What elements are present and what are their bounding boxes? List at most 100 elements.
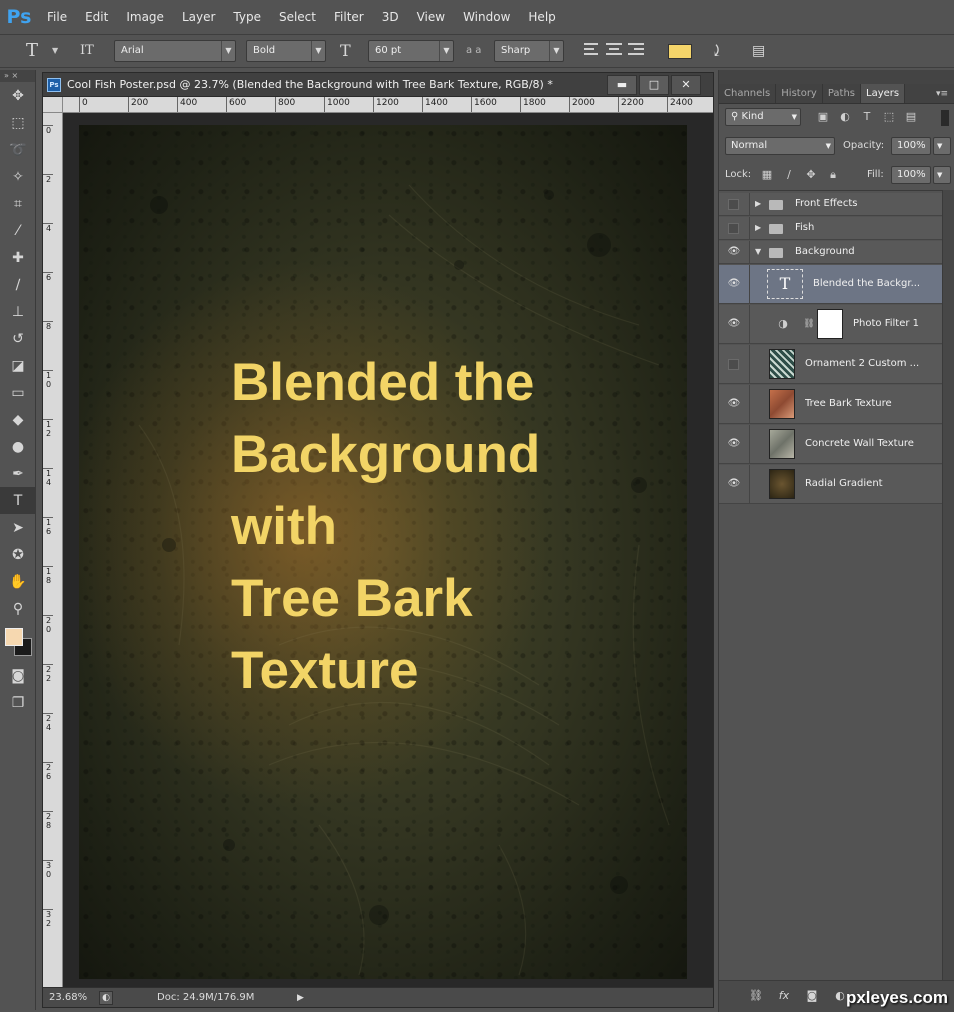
fill-input[interactable]: 100%	[891, 166, 931, 184]
filter-type-icon[interactable]: T	[859, 109, 875, 125]
expand-arrow-icon[interactable]: ▶	[755, 199, 761, 208]
path-selection-tool-icon[interactable]: ➤	[0, 514, 36, 541]
expand-arrow-icon[interactable]: ▶	[755, 223, 761, 232]
layers-scrollbar[interactable]	[942, 190, 954, 980]
panel-collapse-bar[interactable]	[719, 70, 954, 84]
menu-3d[interactable]: 3D	[373, 0, 408, 34]
text-orientation-icon[interactable]: IT	[80, 40, 94, 62]
warp-text-icon[interactable]: ⤸	[710, 40, 723, 62]
layer-row-ornament[interactable]: Ornament 2 Custom ...	[719, 345, 942, 384]
document-title-bar[interactable]: Ps Cool Fish Poster.psd @ 23.7% (Blended…	[43, 73, 713, 97]
eye-icon[interactable]: 👁︎	[725, 438, 743, 454]
brush-tool-icon[interactable]: ∕	[0, 271, 36, 298]
horizontal-ruler[interactable]: 0 200 400 600 800 1000 1200 1400 1600 18…	[63, 97, 713, 113]
eye-icon[interactable]: 👁︎	[725, 478, 743, 494]
visibility-toggle-off[interactable]	[728, 199, 739, 210]
tab-paths[interactable]: Paths	[823, 84, 862, 103]
layer-mask-thumbnail[interactable]	[817, 309, 843, 339]
link-icon[interactable]: ⛓︎	[801, 316, 817, 332]
ruler-corner[interactable]	[43, 97, 63, 113]
clone-stamp-tool-icon[interactable]: ⊥	[0, 298, 36, 325]
status-menu-arrow-icon[interactable]: ▶	[297, 991, 309, 1005]
blend-mode-select[interactable]: Normal ▼	[725, 137, 835, 155]
lock-all-icon[interactable]: 🔒︎	[825, 167, 841, 183]
layer-row-background-group[interactable]: 👁︎ ▼ Background	[719, 241, 942, 264]
close-icon[interactable]: ✕	[671, 75, 701, 95]
marquee-tool-icon[interactable]: ⬚	[0, 109, 36, 136]
layer-row-fish[interactable]: ▶ Fish	[719, 217, 942, 240]
dodge-tool-icon[interactable]: ●	[0, 433, 36, 460]
menu-edit[interactable]: Edit	[76, 0, 117, 34]
pen-tool-icon[interactable]: ✒	[0, 460, 36, 487]
quick-mask-icon[interactable]: ◙	[0, 662, 36, 689]
link-layers-icon[interactable]: ⛓︎	[747, 987, 765, 1005]
layer-row-photo-filter[interactable]: 👁︎ ◑ ⛓︎ Photo Filter 1	[719, 305, 942, 344]
menu-select[interactable]: Select	[270, 0, 325, 34]
tab-history[interactable]: History	[776, 84, 823, 103]
font-family-select[interactable]: Arial ▼	[114, 40, 236, 62]
tab-layers[interactable]: Layers	[861, 84, 906, 103]
panel-menu-icon[interactable]: ▾≡	[936, 84, 954, 103]
filter-toggle[interactable]	[941, 110, 949, 126]
align-left-button[interactable]	[582, 40, 602, 60]
menu-file[interactable]: File	[38, 0, 76, 34]
fill-slider-toggle[interactable]: ▼	[933, 166, 951, 184]
color-swatches[interactable]	[0, 622, 36, 662]
status-info-icon[interactable]: ◐	[99, 991, 113, 1005]
eyedropper-tool-icon[interactable]: ⁄	[0, 217, 36, 244]
font-size-select[interactable]: 60 pt ▼	[368, 40, 454, 62]
menu-image[interactable]: Image	[117, 0, 173, 34]
vertical-ruler[interactable]: 0 2 4 6 8 1 0 1 2 1 4 1 6 1 8 2 0 2 2 2 …	[43, 113, 63, 987]
move-tool-icon[interactable]: ✥	[0, 82, 36, 109]
shape-tool-icon[interactable]: ✪	[0, 541, 36, 568]
menu-type[interactable]: Type	[224, 0, 270, 34]
eye-icon[interactable]: 👁︎	[725, 278, 743, 294]
align-center-button[interactable]	[604, 40, 624, 60]
hand-tool-icon[interactable]: ✋	[0, 568, 36, 595]
healing-brush-tool-icon[interactable]: ✚	[0, 244, 36, 271]
magic-wand-tool-icon[interactable]: ✧	[0, 163, 36, 190]
layer-row-radial-gradient[interactable]: 👁︎ Radial Gradient	[719, 465, 942, 504]
type-tool-preset-icon[interactable]: T	[26, 40, 38, 62]
filter-smart-object-icon[interactable]: ▤	[903, 109, 919, 125]
poster-headline[interactable]: Blended the Background with Tree Bark Te…	[231, 347, 671, 707]
font-style-select[interactable]: Bold ▼	[246, 40, 326, 62]
tab-channels[interactable]: Channels	[719, 84, 777, 103]
collapse-arrow-icon[interactable]: ▼	[755, 247, 761, 256]
layer-row-tree-bark[interactable]: 👁︎ Tree Bark Texture	[719, 385, 942, 424]
zoom-tool-icon[interactable]: ⚲	[0, 595, 36, 622]
align-right-button[interactable]	[626, 40, 646, 60]
maximize-icon[interactable]: □	[639, 75, 669, 95]
eye-icon[interactable]: 👁︎	[725, 318, 743, 334]
zoom-level[interactable]: 23.68%	[49, 988, 87, 1008]
lock-position-icon[interactable]: ✥	[803, 167, 819, 183]
crop-tool-icon[interactable]: ⌗	[0, 190, 36, 217]
poster-artboard[interactable]: Blended the Background with Tree Bark Te…	[79, 125, 687, 979]
minimize-icon[interactable]: ▬	[607, 75, 637, 95]
blur-tool-icon[interactable]: ◆	[0, 406, 36, 433]
menu-help[interactable]: Help	[519, 0, 564, 34]
type-tool-icon[interactable]: T	[0, 487, 36, 514]
layer-style-icon[interactable]: fx	[775, 987, 793, 1005]
opacity-slider-toggle[interactable]: ▼	[933, 137, 951, 155]
layer-filter-kind-select[interactable]: ⚲ Kind ▼	[725, 108, 801, 126]
character-panel-icon[interactable]: ▤	[752, 40, 765, 62]
menu-window[interactable]: Window	[454, 0, 519, 34]
antialias-select[interactable]: Sharp ▼	[494, 40, 564, 62]
opacity-input[interactable]: 100%	[891, 137, 931, 155]
menu-view[interactable]: View	[408, 0, 454, 34]
canvas-area[interactable]: Blended the Background with Tree Bark Te…	[63, 113, 713, 987]
gradient-tool-icon[interactable]: ▭	[0, 379, 36, 406]
screen-mode-icon[interactable]: ❐	[0, 689, 36, 716]
menu-layer[interactable]: Layer	[173, 0, 224, 34]
eye-icon[interactable]: 👁︎	[725, 246, 743, 262]
layer-row-blended-text[interactable]: 👁︎ T Blended the Backgr...	[719, 265, 942, 304]
eraser-tool-icon[interactable]: ◪	[0, 352, 36, 379]
lock-transparent-icon[interactable]: ▦	[759, 167, 775, 183]
menu-filter[interactable]: Filter	[325, 0, 373, 34]
layer-row-front-effects[interactable]: ▶ Front Effects	[719, 193, 942, 216]
eye-icon[interactable]: 👁︎	[725, 398, 743, 414]
visibility-toggle-off[interactable]	[728, 359, 739, 370]
filter-shape-icon[interactable]: ⬚	[881, 109, 897, 125]
filter-adjustment-icon[interactable]: ◐	[837, 109, 853, 125]
